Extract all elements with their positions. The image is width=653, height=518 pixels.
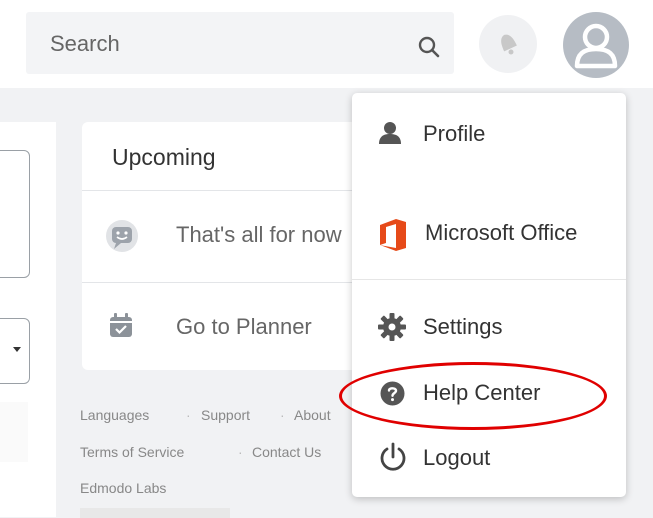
menu-item-profile[interactable]: Profile — [423, 121, 485, 147]
smiley-bubble-icon — [106, 220, 138, 252]
search-icon[interactable] — [416, 34, 442, 60]
microsoft-office-icon — [380, 219, 406, 251]
left-strip — [0, 402, 28, 462]
gear-icon — [378, 313, 406, 341]
footer-separator: · — [186, 407, 191, 423]
go-to-planner-link[interactable]: Go to Planner — [176, 314, 312, 340]
footer-link-about[interactable]: About — [294, 407, 331, 423]
left-select-box[interactable] — [0, 318, 30, 384]
notifications-button[interactable] — [479, 15, 537, 73]
footer-link-languages[interactable]: Languages — [80, 407, 149, 423]
calendar-icon — [110, 313, 132, 337]
footer-link-terms[interactable]: Terms of Service — [80, 444, 184, 460]
menu-separator — [352, 279, 626, 280]
footer-link-support[interactable]: Support — [201, 407, 250, 423]
footer-separator: · — [238, 444, 243, 460]
upcoming-empty-text: That's all for now — [176, 222, 342, 247]
footer-link-labs[interactable]: Edmodo Labs — [80, 480, 166, 496]
notification-bell-icon — [501, 34, 517, 55]
upcoming-divider — [82, 190, 382, 191]
menu-item-logout[interactable]: Logout — [423, 445, 490, 471]
footer-link-contact[interactable]: Contact Us — [252, 444, 321, 460]
left-input-box[interactable] — [0, 150, 30, 278]
user-avatar-button[interactable] — [563, 12, 629, 78]
menu-item-microsoft-office[interactable]: Microsoft Office — [425, 220, 577, 246]
footer-separator: · — [280, 407, 285, 423]
menu-item-settings[interactable]: Settings — [423, 314, 503, 340]
highlight-oval — [339, 362, 607, 430]
user-menu-dropdown — [352, 93, 626, 497]
search-placeholder: Search — [50, 31, 120, 56]
user-avatar-icon — [574, 23, 618, 69]
power-icon — [380, 442, 406, 471]
search-input[interactable]: Search — [26, 12, 454, 74]
upcoming-divider-2 — [82, 282, 382, 283]
chevron-down-icon — [13, 347, 21, 352]
person-icon — [379, 122, 401, 144]
top-bar: Search — [0, 0, 653, 88]
footer-copyright-cutoff — [80, 508, 230, 518]
upcoming-title: Upcoming — [112, 144, 216, 170]
